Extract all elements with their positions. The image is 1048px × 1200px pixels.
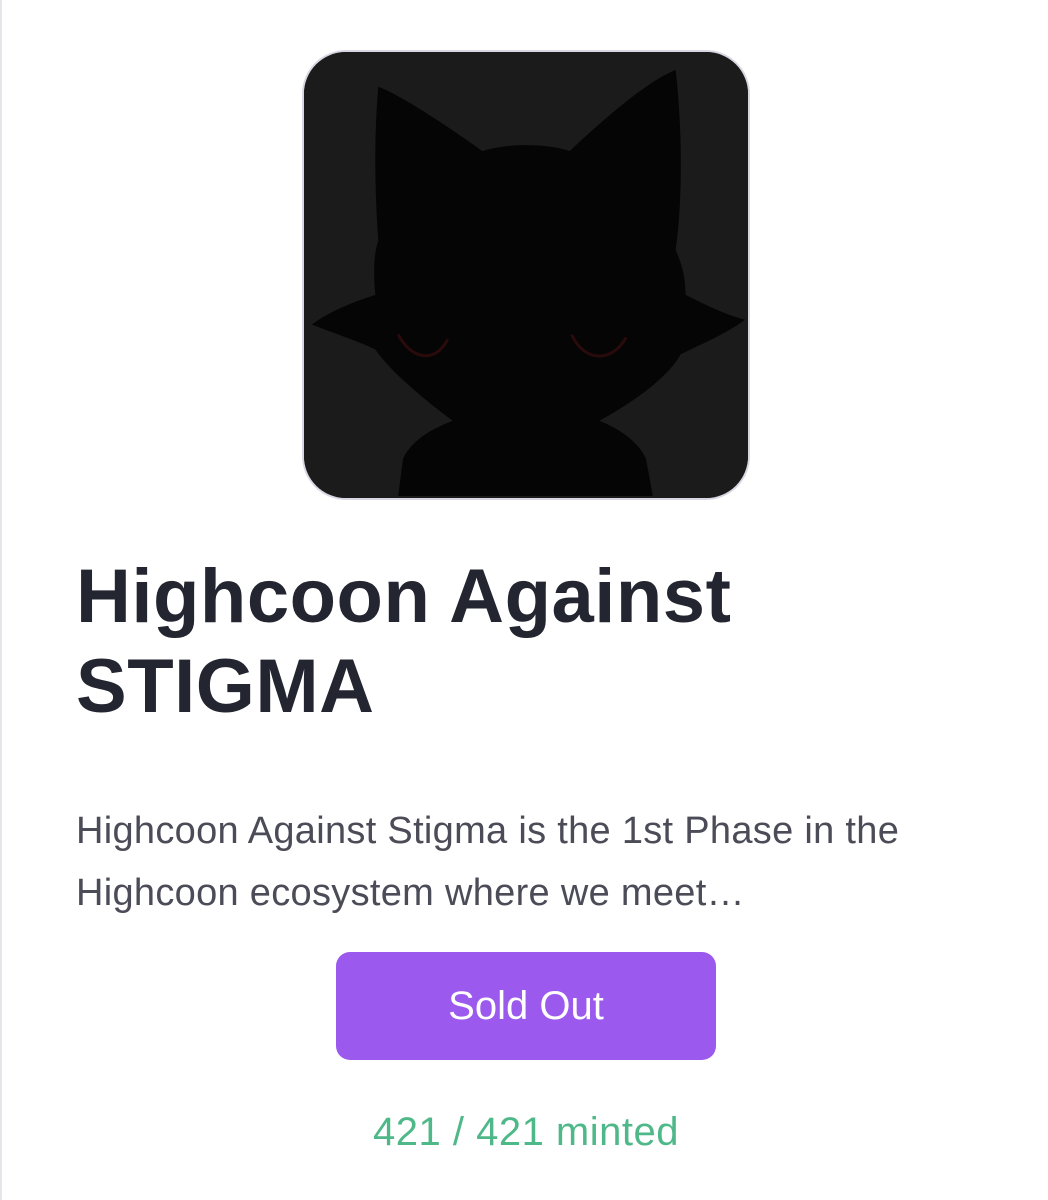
silhouette-raccoon-icon <box>304 52 748 498</box>
collection-description: Highcoon Against Stigma is the 1st Phase… <box>76 810 900 914</box>
collection-title: Highcoon Against STIGMA <box>76 554 732 729</box>
collection-artwork <box>302 50 750 500</box>
collection-card: Highcoon Against STIGMA Highcoon Against… <box>0 0 1046 1200</box>
sold-out-button[interactable]: Sold Out <box>336 952 716 1060</box>
minted-count: 421 / 421 minted <box>373 1110 679 1154</box>
